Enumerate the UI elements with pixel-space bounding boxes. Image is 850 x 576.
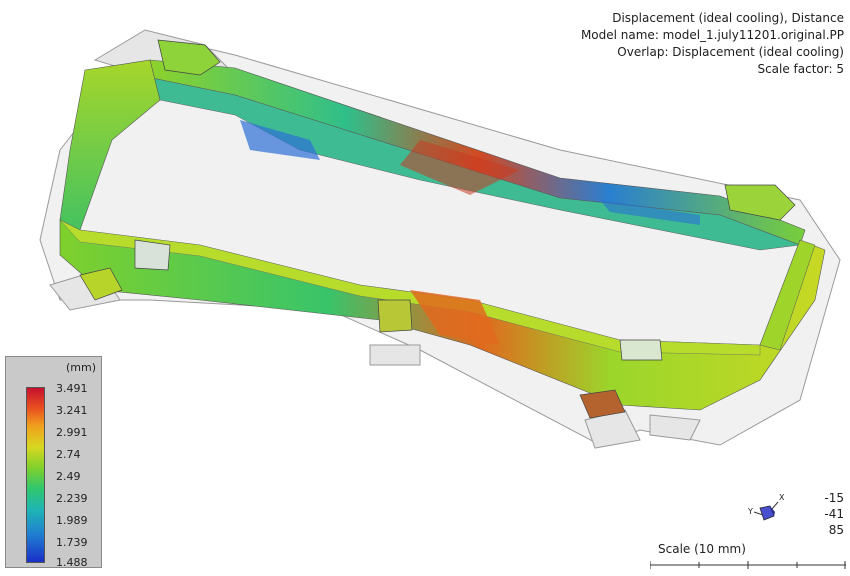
legend-tick: 2.239 (56, 492, 88, 505)
view-rotation-values: -15 -41 85 (800, 490, 844, 538)
legend-tick: 1.989 (56, 514, 88, 527)
axis-triad-icon[interactable]: X Y (744, 490, 794, 540)
legend-tick: 2.49 (56, 470, 81, 483)
legend-tick: 3.241 (56, 404, 88, 417)
rotation-z: 85 (828, 523, 844, 537)
rotation-x: -15 (824, 491, 844, 505)
color-legend: (mm) 3.491 3.241 2.991 2.74 2.49 2.239 1… (5, 356, 102, 568)
model-name: Model name: model_1.july11201.original.P… (580, 28, 844, 42)
legend-tick: 1.739 (56, 536, 88, 549)
legend-unit: (mm) (66, 361, 97, 374)
scale-label: Scale (10 mm) (658, 542, 746, 556)
scale-bar (650, 561, 846, 569)
legend-tick: 1.488 (56, 556, 88, 569)
legend-tick: 2.74 (56, 448, 81, 461)
legend-tick: 3.491 (56, 382, 88, 395)
rotation-y: -41 (824, 507, 844, 521)
legend-color-bar (26, 387, 45, 563)
scale-factor: Scale factor: 5 (757, 62, 844, 76)
result-info-panel: Displacement (ideal cooling), Distance M… (581, 10, 844, 78)
axis-y-label: Y (747, 507, 753, 516)
overlap-label: Overlap: Displacement (ideal cooling) (617, 45, 844, 59)
result-title: Displacement (ideal cooling), Distance (612, 11, 844, 25)
model-viewport[interactable] (0, 0, 850, 576)
legend-tick: 2.991 (56, 426, 88, 439)
axis-x-label: X (779, 493, 785, 502)
